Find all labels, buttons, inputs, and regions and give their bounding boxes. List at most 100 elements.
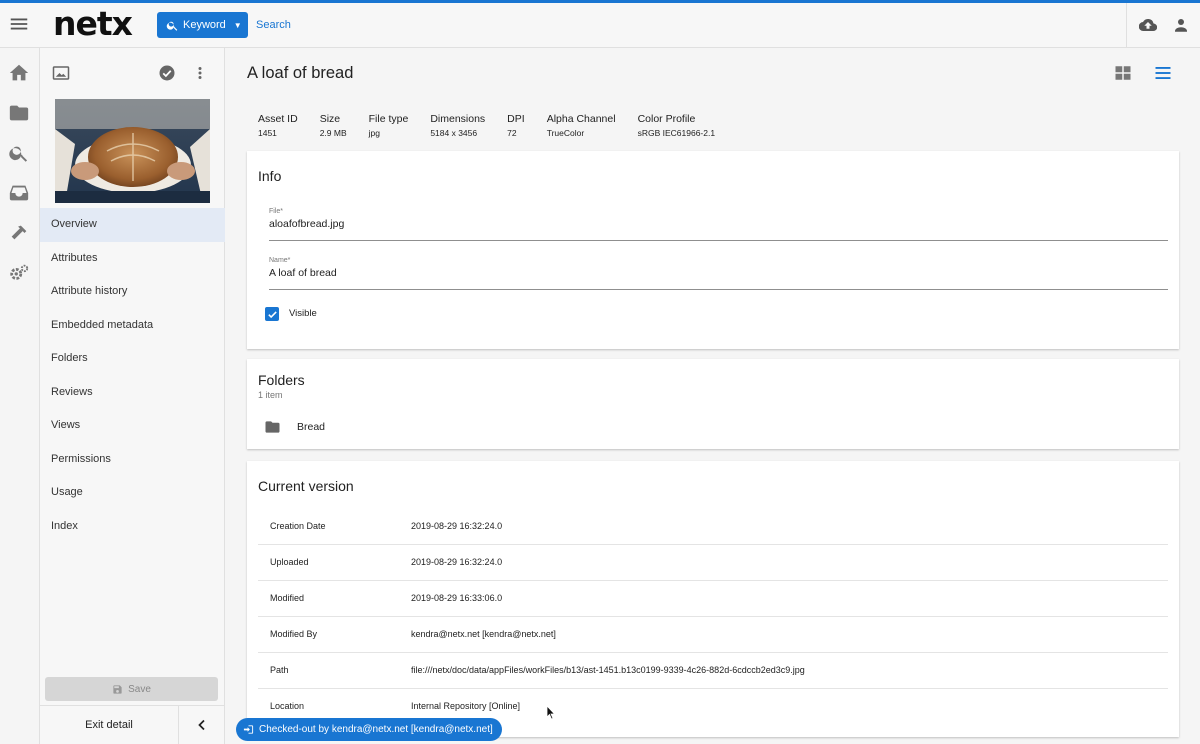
file-field[interactable]: File* aloafofbread.jpg [269, 208, 1168, 241]
meta-dimensions: Dimensions 5184 x 3456 [430, 113, 485, 138]
menu-icon[interactable] [8, 13, 30, 35]
version-row-label: Uploaded [270, 557, 309, 567]
version-row-uploaded: Uploaded 2019-08-29 16:32:24.0 [258, 545, 1168, 581]
folders-card: Folders 1 item Bread [247, 359, 1179, 449]
version-row-modified-by: Modified By kendra@netx.net [kendra@netx.… [258, 617, 1168, 653]
version-row-value: 2019-08-29 16:33:06.0 [411, 593, 503, 603]
sidebar-toolbar [40, 48, 225, 98]
inbox-icon[interactable] [8, 182, 30, 204]
more-vert-icon[interactable] [193, 64, 207, 82]
name-label: Name* [269, 257, 291, 264]
name-value: A loaf of bread [269, 267, 337, 279]
save-button[interactable]: Save [45, 677, 218, 701]
meta-label: DPI [507, 113, 525, 125]
sidebar-item-views[interactable]: Views [40, 409, 225, 443]
visible-label: Visible [289, 308, 317, 319]
check-circle-icon[interactable] [158, 64, 176, 82]
folder-icon [264, 420, 281, 434]
file-label: File* [269, 208, 284, 215]
user-icon[interactable] [1172, 16, 1190, 34]
meta-value: TrueColor [546, 128, 585, 138]
meta-label: Size [319, 113, 341, 125]
main-content: A loaf of bread Asset ID 1451 Size 2.9 MB Fi… [225, 48, 1200, 744]
current-version-title: Current version [258, 478, 354, 494]
meta-file-type: File type jpg [369, 113, 409, 138]
icon-rail [0, 48, 40, 744]
version-row-value: file:///netx/doc/data/appFiles/workFiles… [411, 665, 805, 675]
search-icon[interactable] [8, 142, 30, 164]
version-row-value: kendra@netx.net [kendra@netx.net] [411, 629, 556, 639]
meta-label: Dimensions [430, 113, 486, 125]
info-title: Info [258, 168, 282, 184]
visible-checkbox[interactable] [265, 307, 279, 321]
divider [1126, 3, 1127, 48]
detail-sidebar: Overview Attributes Attribute history Embed… [40, 48, 225, 744]
sidebar-item-permissions[interactable]: Permissions [40, 443, 225, 477]
version-row-label: Path [270, 665, 289, 675]
sidebar-item-folders[interactable]: Folders [40, 342, 225, 376]
version-row-label: Creation Date [270, 521, 326, 531]
chevron-left-icon [198, 719, 205, 731]
sidebar-item-attributes[interactable]: Attributes [40, 242, 225, 276]
image-icon[interactable] [52, 65, 70, 81]
save-icon [113, 684, 122, 694]
version-row-value: 2019-08-29 16:32:24.0 [411, 557, 503, 567]
sidebar-footer: Exit detail [40, 705, 225, 744]
mouse-cursor [546, 704, 556, 720]
version-row-value: 2019-08-29 16:32:24.0 [411, 521, 503, 531]
checked-out-chip[interactable]: Checked-out by kendra@netx.net [kendra@n… [236, 718, 502, 741]
version-row-label: Modified [270, 593, 305, 603]
meta-value: 72 [507, 128, 517, 138]
meta-label: Asset ID [258, 113, 298, 125]
sidebar-item-index[interactable]: Index [40, 510, 225, 544]
sidebar-item-overview[interactable]: Overview [40, 208, 225, 242]
grid-view-icon[interactable] [1114, 64, 1132, 82]
caret-down-icon: ▼ [233, 20, 242, 30]
name-field[interactable]: Name* A loaf of bread [269, 257, 1168, 290]
collapse-sidebar-button[interactable] [178, 706, 225, 744]
asset-metadata-summary: Asset ID 1451 Size 2.9 MB File type jpg Dimens… [258, 113, 737, 138]
list-view-icon[interactable] [1154, 64, 1172, 82]
search-mode-label: Keyword [183, 19, 226, 31]
home-icon[interactable] [8, 62, 30, 84]
file-value: aloafofbread.jpg [269, 218, 345, 230]
checked-out-label: Checked-out by kendra@netx.net [kendra@n… [259, 724, 493, 735]
version-row-value: Internal Repository [Online] [411, 701, 521, 711]
sidebar-item-usage[interactable]: Usage [40, 476, 225, 510]
check-icon [267, 310, 277, 318]
version-row-creation-date: Creation Date 2019-08-29 16:32:24.0 [258, 509, 1168, 545]
version-row-label: Modified By [270, 629, 318, 639]
asset-thumbnail[interactable] [55, 99, 210, 203]
settings-gears-icon[interactable] [8, 262, 30, 284]
meta-value: 5184 x 3456 [430, 128, 478, 138]
netx-logo[interactable]: netx [53, 4, 133, 44]
folders-title: Folders [258, 372, 305, 388]
sidebar-item-reviews[interactable]: Reviews [40, 376, 225, 410]
folder-icon[interactable] [8, 102, 30, 124]
save-label: Save [128, 683, 151, 695]
meta-size: Size 2.9 MB [320, 113, 347, 138]
meta-value: 1451 [258, 128, 277, 138]
search-input[interactable] [252, 12, 652, 38]
app-bar: netx Keyword ▼ [0, 3, 1200, 48]
sidebar-item-embedded-metadata[interactable]: Embedded metadata [40, 309, 225, 343]
meta-value: sRGB IEC61966-2.1 [637, 128, 716, 138]
meta-label: Alpha Channel [546, 113, 616, 125]
meta-label: Color Profile [637, 113, 696, 125]
version-row-modified: Modified 2019-08-29 16:33:06.0 [258, 581, 1168, 617]
hammer-icon[interactable] [8, 222, 30, 244]
meta-dpi: DPI 72 [507, 113, 525, 138]
meta-alpha-channel: Alpha Channel TrueColor [547, 113, 616, 138]
version-row-label: Location [270, 701, 305, 711]
folders-count: 1 item [258, 390, 283, 400]
exit-detail-button[interactable]: Exit detail [40, 706, 178, 744]
cloud-upload-icon[interactable] [1138, 16, 1158, 34]
search-icon [166, 21, 178, 31]
current-version-card: Current version Creation Date 2019-08-29 … [247, 461, 1179, 737]
search-mode-button[interactable]: Keyword ▼ [157, 12, 248, 38]
sidebar-item-attribute-history[interactable]: Attribute history [40, 275, 225, 309]
folder-link-bread[interactable]: Bread [297, 421, 325, 433]
meta-color-profile: Color Profile sRGB IEC61966-2.1 [638, 113, 715, 138]
version-row-path: Path file:///netx/doc/data/appFiles/workF… [258, 653, 1168, 689]
info-card: Info File* aloafofbread.jpg Name* A loaf… [247, 151, 1179, 349]
